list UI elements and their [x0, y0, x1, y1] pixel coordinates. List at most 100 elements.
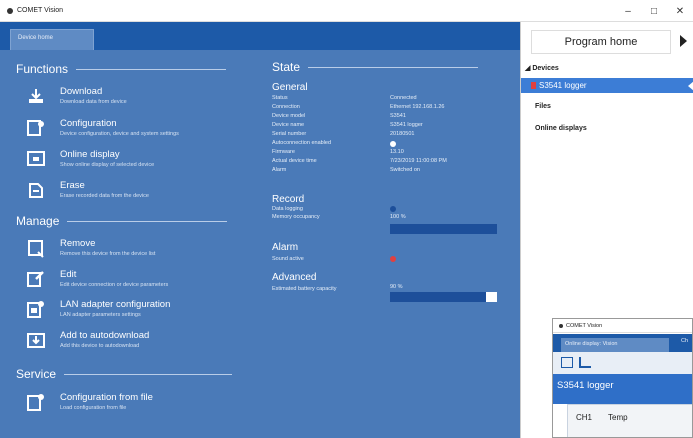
battery-bar-remainder — [486, 292, 497, 302]
online-display-desc: Show online display of selected device — [60, 162, 155, 168]
functions-section-title: Functions — [16, 62, 227, 76]
general-row-value: S3541 — [390, 113, 406, 119]
config-from-file-button[interactable]: Configuration from file Load configuratio… — [26, 390, 240, 420]
functions-divider — [76, 68, 227, 70]
edit-label: Edit — [60, 269, 77, 280]
download-label: Download — [60, 86, 103, 97]
general-row-label: Actual device time — [272, 158, 317, 164]
maximize-button[interactable]: □ — [641, 0, 667, 22]
download-desc: Download data from device — [60, 99, 127, 105]
window-titlebar: COMET Vision – □ ✕ — [0, 0, 693, 22]
mini-device-name: S3541 logger — [557, 380, 614, 391]
download-icon — [26, 86, 46, 106]
state-divider — [308, 66, 479, 68]
online-display-icon — [26, 149, 46, 169]
configuration-label: Configuration — [60, 118, 117, 129]
remove-desc: Remove this device from the device list — [60, 251, 156, 257]
mini-temp: Temp — [608, 413, 628, 422]
edit-icon — [26, 269, 46, 289]
general-row-label: Autoconnection enabled — [272, 140, 332, 146]
autoconnection-indicator — [390, 141, 396, 147]
mini-app-icon — [559, 323, 563, 328]
edit-desc: Edit device connection or device paramet… — [60, 282, 169, 288]
device-warning-icon — [531, 82, 536, 89]
mini-tab-bar: Online display: Vision Ch — [553, 334, 692, 352]
device-home-panel: Device home Functions Download Download d… — [0, 22, 520, 438]
service-section-title: Service — [16, 367, 233, 381]
battery-bar — [390, 292, 486, 302]
play-icon[interactable] — [680, 35, 687, 47]
mini-titlebar: COMET Vision — [553, 319, 692, 333]
general-row-value: 13.10 — [390, 149, 404, 155]
battery-value: 90 % — [390, 284, 403, 290]
online-display-button[interactable]: Online display Show online display of sel… — [26, 147, 240, 177]
edit-button[interactable]: Edit Edit device connection or device par… — [26, 267, 240, 297]
close-button[interactable]: ✕ — [667, 0, 693, 22]
minimize-button[interactable]: – — [615, 0, 641, 22]
online-display-window: COMET Vision Online display: Vision Ch S… — [552, 318, 693, 438]
chart-view-icon[interactable] — [579, 357, 591, 368]
tree-devices-label[interactable]: ◢ Devices — [525, 64, 559, 72]
general-row-value: 7/23/2019 11:00:08 PM — [390, 158, 447, 164]
state-title: State — [272, 60, 301, 74]
table-view-icon[interactable] — [561, 357, 573, 368]
erase-icon — [26, 180, 46, 200]
autodownload-button[interactable]: Add to autodownload Add this device to au… — [26, 328, 240, 358]
erase-button[interactable]: Erase Erase recorded data from the device — [26, 178, 240, 208]
memory-occupancy-label: Memory occupancy — [272, 214, 320, 220]
manage-title: Manage — [16, 214, 60, 228]
download-button[interactable]: Download Download data from device — [26, 84, 240, 114]
tab-device-home[interactable]: Device home — [10, 29, 94, 50]
general-row-value: Switched on — [390, 167, 420, 173]
sound-active-label: Sound active — [272, 256, 304, 262]
battery-label: Estimated battery capacity — [272, 286, 337, 292]
remove-button[interactable]: Remove Remove this device from the device… — [26, 236, 240, 266]
lan-adapter-label: LAN adapter configuration — [60, 299, 171, 310]
service-title: Service — [16, 367, 57, 381]
config-from-file-desc: Load configuration from file — [60, 405, 127, 411]
program-home-button[interactable]: Program home — [531, 30, 671, 54]
tree-online-displays[interactable]: Online displays — [535, 125, 587, 132]
tree-device-selected[interactable]: S3541 logger — [521, 78, 693, 93]
window-controls: – □ ✕ — [615, 0, 693, 22]
general-row-label: Firmware — [272, 149, 295, 155]
tab-bar: Device home — [0, 22, 520, 50]
collapse-arrow-icon[interactable] — [688, 81, 693, 91]
service-divider — [64, 373, 233, 375]
online-display-label: Online display — [60, 149, 120, 160]
general-row-value: Ethernet 192.168.1.26 — [390, 104, 445, 110]
general-heading: General — [272, 82, 308, 93]
configuration-icon — [26, 118, 46, 138]
selected-device-label: S3541 logger — [539, 81, 587, 90]
lan-adapter-button[interactable]: LAN adapter configuration LAN adapter par… — [26, 297, 240, 327]
advanced-heading: Advanced — [272, 272, 317, 283]
mini-channel-grid: CH1 Temp — [567, 404, 692, 437]
app-icon — [7, 7, 13, 14]
record-heading: Record — [272, 194, 305, 205]
configuration-button[interactable]: Configuration Device configuration, devic… — [26, 116, 240, 146]
lan-adapter-icon — [26, 299, 46, 319]
mini-title: COMET Vision — [566, 322, 603, 329]
autodownload-icon — [26, 330, 46, 350]
erase-label: Erase — [60, 180, 85, 191]
lan-adapter-desc: LAN adapter parameters settings — [60, 312, 141, 318]
general-row-label: Status — [272, 95, 288, 101]
configuration-desc: Device configuration, device and system … — [60, 131, 179, 137]
tree-files[interactable]: Files — [535, 103, 551, 110]
config-file-icon — [26, 392, 46, 412]
autodownload-desc: Add this device to autodownload — [60, 343, 140, 349]
erase-desc: Erase recorded data from the device — [60, 193, 149, 199]
general-row-label: Device name — [272, 122, 305, 128]
mini-tab-2[interactable]: Ch — [681, 338, 688, 344]
config-from-file-label: Configuration from file — [60, 392, 153, 403]
general-row-label: Device model — [272, 113, 306, 119]
alarm-heading: Alarm — [272, 242, 299, 253]
general-row-value: Connected — [390, 95, 417, 101]
manage-divider — [67, 220, 228, 222]
functions-title: Functions — [16, 62, 69, 76]
mini-ch1: CH1 — [576, 413, 593, 422]
memory-occupancy-bar — [390, 224, 497, 234]
mini-tab[interactable]: Online display: Vision — [561, 338, 669, 352]
general-row-label: Alarm — [272, 167, 287, 173]
window-title: COMET Vision — [17, 7, 64, 14]
